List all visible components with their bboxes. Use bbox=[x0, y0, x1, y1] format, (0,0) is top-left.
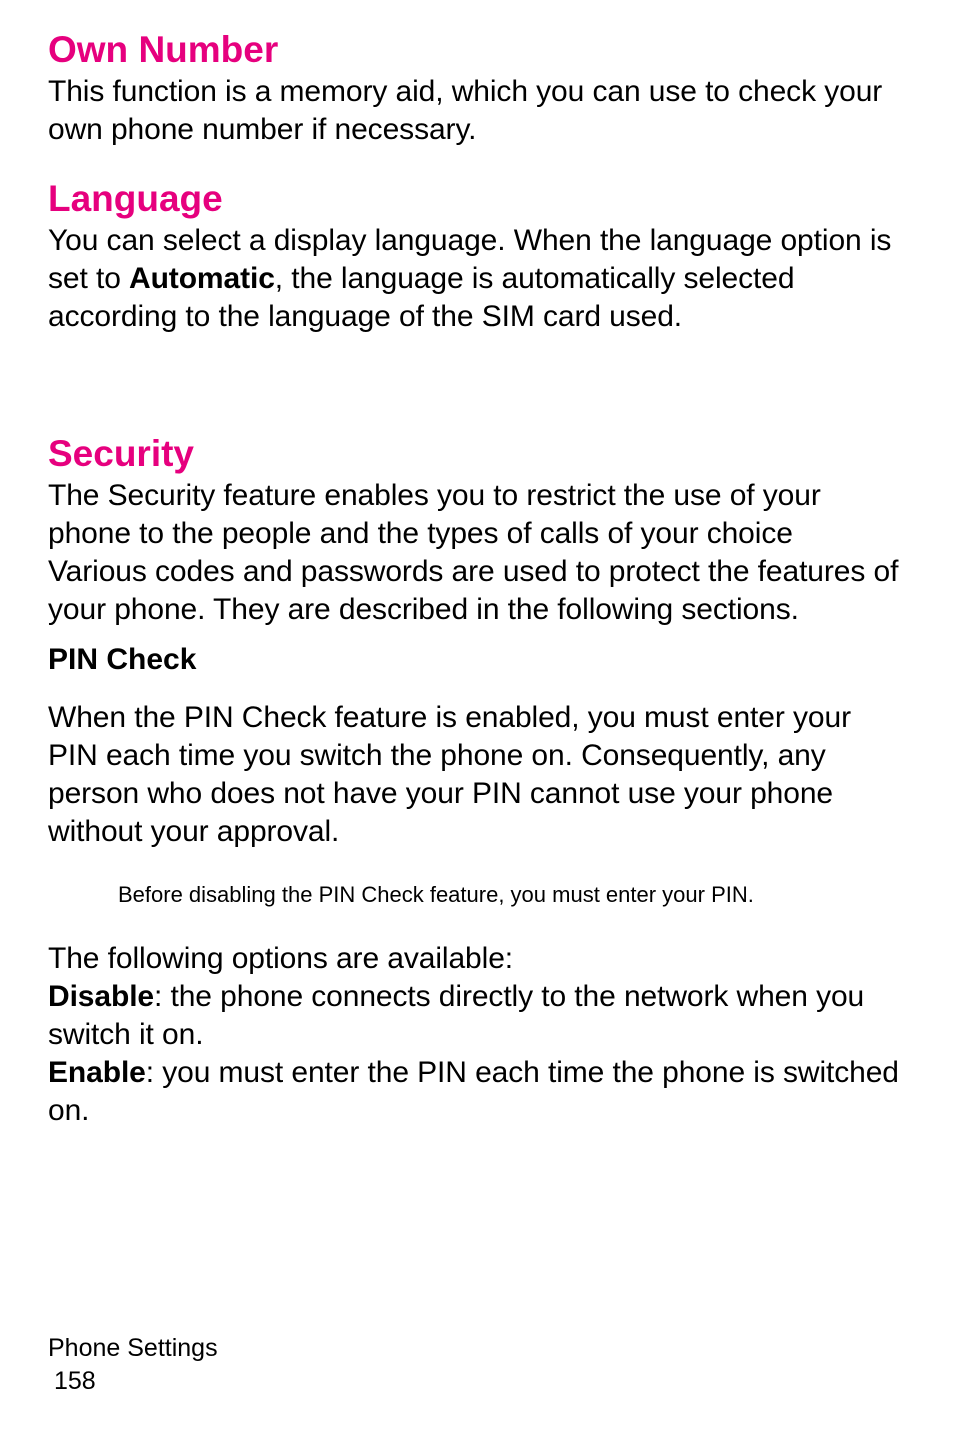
text-option-enable-desc: : you must enter the PIN each time the p… bbox=[48, 1056, 899, 1127]
text-pin-check-options-intro: The following options are available: bbox=[48, 940, 906, 978]
text-security-p2: Various codes and passwords are used to … bbox=[48, 553, 906, 629]
text-security-p1: The Security feature enables you to rest… bbox=[48, 477, 906, 553]
text-pin-check-option-disable: Disable: the phone connects directly to … bbox=[48, 978, 906, 1054]
footer-section-label: Phone Settings bbox=[48, 1332, 218, 1366]
heading-security: Security bbox=[48, 434, 906, 475]
footer-page-number: 158 bbox=[54, 1365, 218, 1399]
text-pin-check-option-enable: Enable: you must enter the PIN each time… bbox=[48, 1054, 906, 1130]
heading-own-number: Own Number bbox=[48, 30, 906, 71]
text-pin-check-p1: When the PIN Check feature is enabled, y… bbox=[48, 699, 906, 851]
heading-pin-check: PIN Check bbox=[48, 643, 906, 677]
note-pin-check: Before disabling the PIN Check feature, … bbox=[118, 881, 906, 910]
text-language-bold: Automatic bbox=[129, 262, 275, 295]
text-option-disable-label: Disable bbox=[48, 980, 154, 1013]
text-option-enable-label: Enable bbox=[48, 1056, 146, 1089]
text-option-disable-desc: : the phone connects directly to the net… bbox=[48, 980, 864, 1051]
page-footer: Phone Settings 158 bbox=[48, 1332, 218, 1400]
text-own-number-body: This function is a memory aid, which you… bbox=[48, 73, 906, 149]
heading-language: Language bbox=[48, 179, 906, 220]
text-language-body: You can select a display language. When … bbox=[48, 222, 906, 336]
